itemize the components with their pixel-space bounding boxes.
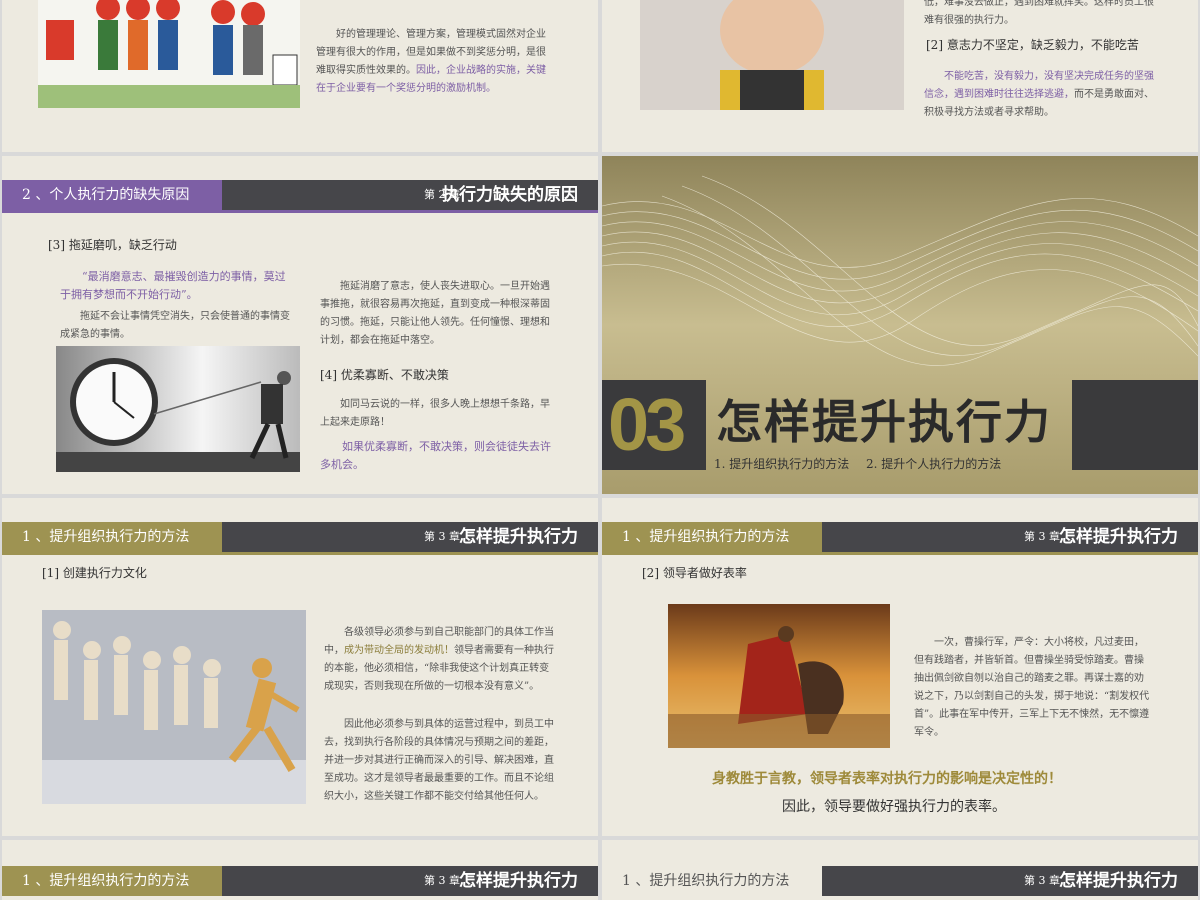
slide3-header-left: 2 、个人执行力的缺失原因 — [2, 180, 222, 210]
slide3-header-bar: 2 、个人执行力的缺失原因 第 2 章 执行力缺失的原因 — [2, 180, 598, 210]
slide5-p1-highlight: 成为带动全局的发动机！ — [344, 645, 454, 656]
section-title: 怎样提升执行力 — [716, 395, 1052, 449]
warrior-painting-image — [668, 604, 890, 748]
slide-1[interactable]: 好的管理理论、管理方案，管理模式固然对企业管理有很大的作用，但是如果做不到奖惩分… — [2, 0, 598, 152]
slide5-heading: [1] 创建执行力文化 — [42, 566, 147, 580]
slide3-header-underline — [2, 210, 598, 213]
slide8-header-left: 1 、提升组织执行力的方法 — [602, 866, 822, 896]
slide6-chapter: 第 3 章 — [1024, 530, 1060, 543]
slide6-header-title: 怎样提升执行力 — [1059, 527, 1178, 547]
slide6-header-left: 1 、提升组织执行力的方法 — [602, 522, 822, 552]
slide-7[interactable]: 1 、提升组织执行力的方法 第 3 章 怎样提升执行力 — [2, 840, 598, 900]
slide5-header-underline — [2, 552, 598, 555]
slide-5[interactable]: 1 、提升组织执行力的方法 第 3 章 怎样提升执行力 [1] 创建执行力文化 — [2, 498, 598, 836]
slide-3[interactable]: 2 、个人执行力的缺失原因 第 2 章 执行力缺失的原因 [3] 拖延磨叽，缺乏… — [2, 156, 598, 494]
slide3-para-c: 如同马云说的一样，很多人晚上想想千条路，早上起来走原路！ — [320, 399, 550, 428]
slide6-line-1: 身教胜于言教，领导者表率对执行力的影响是决定性的！ — [712, 771, 1062, 787]
slide5-header-bar: 1 、提升组织执行力的方法 第 3 章 怎样提升执行力 — [2, 522, 598, 552]
slide3-para-d: 如果优柔寡断，不敢决策，则会徒徒失去许多机会。 — [320, 440, 551, 471]
slide7-header-left: 1 、提升组织执行力的方法 — [2, 866, 222, 896]
slide-8[interactable]: 1 、提升组织执行力的方法 第 3 章 怎样提升执行力 — [602, 840, 1198, 900]
workers-cartoon-image — [38, 0, 300, 108]
slide3-para-b: 拖延消磨了意志，使人丧失进取心。一旦开始遇事推拖，就很容易再次拖延，直到变成一种… — [320, 281, 550, 346]
slide6-line-2: 因此，领导要做好强执行力的表率。 — [782, 799, 1006, 815]
slide5-para-2: 因此他必须参与到具体的运营过程中，到员工中去，找到执行各阶段的具体情况与预期之间… — [324, 719, 554, 802]
slide-4[interactable]: 03 怎样提升执行力 1. 提升组织执行力的方法 2. 提升个人执行力的方法 — [602, 156, 1198, 494]
slide6-header-underline — [602, 552, 1198, 555]
slide3-header-title: 执行力缺失的原因 — [442, 185, 578, 205]
slide1-paragraph: 好的管理理论、管理方案，管理模式固然对企业管理有很大的作用，但是如果做不到奖惩分… — [316, 26, 548, 98]
slide8-chapter: 第 3 章 — [1024, 874, 1060, 887]
slide7-header-bar: 1 、提升组织执行力的方法 第 3 章 怎样提升执行力 — [2, 866, 598, 896]
slide2-top-text: 低，难事没去做正，遇到困难就挥笑。这样时员工很难有很强的执行力。 — [924, 0, 1154, 26]
child-covering-face-image — [640, 0, 904, 110]
slide2-heading: [2] 意志力不坚定，缺乏毅力，不能吃苦 — [926, 38, 1139, 52]
slide5-header-title: 怎样提升执行力 — [459, 527, 578, 547]
wooden-mannequins-image — [42, 610, 306, 804]
slide3-quote: “最消磨意志、最摧毁创造力的事情，莫过于拥有梦想而不开始行动”。 — [60, 270, 286, 301]
slide6-paragraph: 一次，曹操行军，严令：大小将校，凡过麦田，但有践踏者，并皆斩首。但曹操坐骑受惊踏… — [914, 637, 1150, 738]
slide5-para-1: 各级领导必须参与到自己职能部门的具体工作当中，成为带动全局的发动机！领导者需要有… — [324, 624, 558, 696]
slide7-header-title: 怎样提升执行力 — [459, 871, 578, 891]
slide6-heading: [2] 领导者做好表率 — [642, 566, 747, 580]
slide3-heading-3: [3] 拖延磨叽，缺乏行动 — [48, 238, 177, 252]
slide8-header-bar: 1 、提升组织执行力的方法 第 3 章 怎样提升执行力 — [602, 866, 1198, 896]
slide-6[interactable]: 1 、提升组织执行力的方法 第 3 章 怎样提升执行力 [2] 领导者做好表率 … — [602, 498, 1198, 836]
slide7-chapter: 第 3 章 — [424, 874, 460, 887]
slide6-header-bar: 1 、提升组织执行力的方法 第 3 章 怎样提升执行力 — [602, 522, 1198, 552]
slide5-header-left: 1 、提升组织执行力的方法 — [2, 522, 222, 552]
section-sub-2: 2. 提升个人执行力的方法 — [866, 457, 1002, 471]
section-number: 03 — [608, 383, 686, 466]
slide-2[interactable]: 低，难事没去做正，遇到困难就挥笑。这样时员工很难有很强的执行力。 [2] 意志力… — [602, 0, 1198, 152]
slide5-chapter: 第 3 章 — [424, 530, 460, 543]
section-sub-1: 1. 提升组织执行力的方法 — [714, 457, 850, 471]
slide2-paragraph: 不能吃苦，没有毅力，没有坚决完成任务的坚强信念，遇到困难时往往选择逃避，而不是勇… — [924, 68, 1156, 122]
clock-pulling-man-image — [56, 346, 300, 472]
slide8-header-title: 怎样提升执行力 — [1059, 871, 1178, 891]
slide3-heading-4: [4] 优柔寡断、不敢决策 — [320, 368, 449, 382]
slide3-para-a: 拖延不会让事情凭空消失，只会使普通的事情变成紧急的事情。 — [60, 311, 290, 340]
section-right-block — [1072, 380, 1198, 470]
